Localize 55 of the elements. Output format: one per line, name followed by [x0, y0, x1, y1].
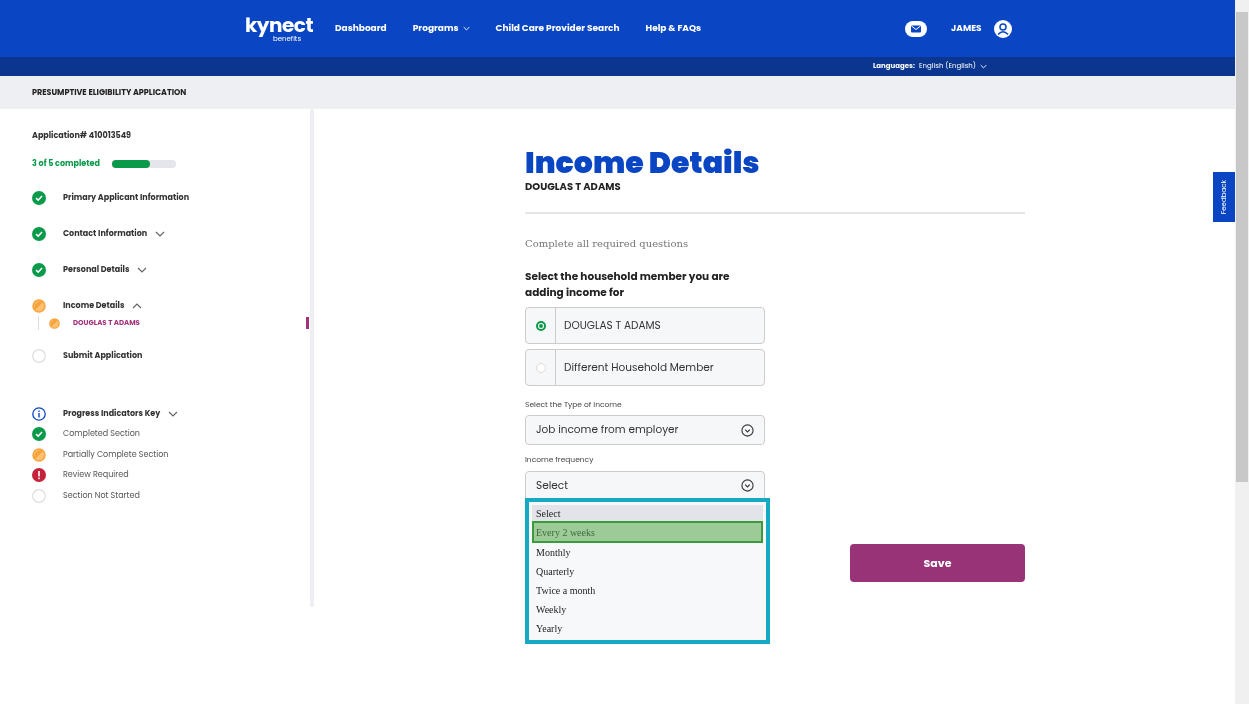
half-circle-icon [32, 299, 46, 313]
dropdown-option[interactable]: Yearly [532, 619, 763, 638]
dropdown-option[interactable]: Every 2 weeks [532, 521, 763, 543]
alert-circle-icon [32, 468, 46, 483]
info-icon [32, 407, 46, 421]
key-label: Completed Section [63, 428, 140, 441]
chevron-down-icon [741, 423, 754, 437]
chevron-down-icon [137, 267, 148, 273]
mail-icon[interactable] [905, 20, 928, 37]
step-link[interactable]: Personal Details [63, 264, 148, 276]
empty-circle-icon [32, 349, 46, 363]
dropdown-option[interactable]: Weekly [532, 600, 763, 619]
radio-option[interactable]: Different Household Member [525, 349, 765, 386]
empty-circle-icon [32, 488, 46, 503]
check-circle-icon [32, 263, 46, 277]
key-toggle[interactable]: Progress Indicators Key [63, 408, 179, 420]
dropdown-option[interactable]: Quarterly [532, 562, 763, 581]
key-label: Review Required [63, 469, 129, 482]
check-circle-icon [32, 427, 46, 442]
user-avatar-icon[interactable] [993, 19, 1012, 38]
user-name[interactable]: JAMES [951, 21, 982, 36]
nav-link[interactable]: Programs [412, 21, 470, 36]
step-link[interactable]: Submit Application [63, 350, 143, 362]
key-label: Section Not Started [63, 489, 140, 502]
radio-button[interactable] [535, 320, 546, 331]
half-circle-icon [49, 317, 60, 329]
active-indicator [306, 317, 309, 329]
nav-link[interactable]: Child Care Provider Search [495, 21, 620, 36]
check-circle-icon [32, 227, 46, 241]
progress-text: 3 of 5 completed [32, 158, 100, 170]
section-heading: Income Details [525, 147, 761, 179]
dropdown-option[interactable]: Twice a month [532, 581, 763, 600]
frequency-select[interactable]: Select [525, 470, 765, 501]
application-number: Application# 410013549 [32, 130, 132, 142]
dropdown-option[interactable]: Select [532, 505, 763, 521]
chevron-up-icon [132, 303, 143, 309]
instructions: Complete all required questions [525, 237, 690, 251]
chevron-down-icon [980, 64, 987, 69]
chevron-down-icon [168, 411, 179, 417]
check-circle-icon [32, 191, 46, 205]
step-link[interactable]: Contact Information [63, 228, 166, 240]
dropdown-option[interactable]: Monthly [532, 543, 763, 562]
chevron-down-icon [741, 479, 754, 492]
chevron-down-icon [155, 231, 166, 237]
step-link[interactable]: Income Details [63, 300, 143, 312]
income-type-select[interactable]: Job income from employer [525, 415, 765, 446]
step-link[interactable]: Primary Applicant Information [63, 192, 190, 204]
half-circle-icon [32, 447, 46, 462]
radio-option[interactable]: DOUGLAS T ADAMS [525, 307, 765, 344]
question-label: Select the household member you are adding income for [525, 269, 731, 301]
nav-link[interactable]: Dashboard [335, 21, 387, 36]
save-button[interactable]: Save [850, 544, 1025, 582]
key-label: Partially Complete Section [63, 448, 169, 461]
nav-link[interactable]: Help & FAQs [645, 21, 702, 36]
page-title: PRESUMPTIVE ELIGIBILITY APPLICATION [32, 86, 187, 99]
